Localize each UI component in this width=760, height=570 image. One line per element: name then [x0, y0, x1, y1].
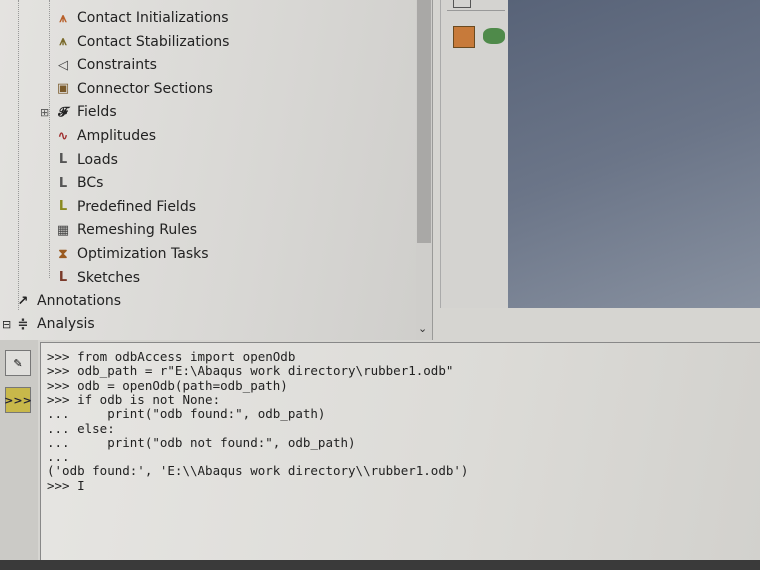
console-line: ... else:: [47, 420, 115, 436]
tree-item-label: Connector Sections: [77, 80, 213, 97]
sketches-icon: L: [58, 270, 68, 286]
chevron-down-icon[interactable]: ⌄: [418, 322, 427, 335]
amplitudes-icon: ∿: [57, 128, 69, 144]
screen-bezel: [0, 560, 760, 570]
pencil-icon: ✎: [13, 356, 23, 370]
console-line: >>> from odbAccess import openOdb: [47, 349, 296, 364]
tree-scrollbar[interactable]: ⌄: [416, 0, 432, 340]
scrollbar-thumb[interactable]: [417, 0, 431, 243]
tree-item-analysis[interactable]: ⊟ ≑ Analysis: [2, 313, 95, 335]
tree-item-optimization-tasks[interactable]: ⧗ Optimization Tasks: [40, 243, 209, 265]
optimization-tasks-icon: ⧗: [58, 246, 68, 262]
console-line: ...: [47, 449, 70, 465]
tree-item-fields[interactable]: ⊞ 𝓕 Fields: [40, 101, 117, 123]
contact-init-icon: ⩚: [59, 10, 67, 26]
tree-item-contact-initializations[interactable]: ⩚ Contact Initializations: [40, 7, 229, 29]
tool-icon[interactable]: [453, 0, 471, 8]
annotations-icon: ↗: [17, 293, 29, 309]
model-tree: ⩚ Contact Initializations ⩚ Contact Stabili…: [0, 0, 433, 340]
tree-item-label: Annotations: [37, 293, 122, 309]
tree-item-label: Contact Initializations: [77, 10, 229, 26]
python-console-button[interactable]: >>>: [4, 387, 32, 413]
tree-item-bcs[interactable]: L BCs: [40, 172, 104, 194]
tree-item-label: BCs: [77, 175, 104, 192]
predefined-fields-icon: L: [58, 199, 68, 215]
tree-item-sketches[interactable]: L Sketches: [40, 267, 140, 289]
tree-item-remeshing-rules[interactable]: ▦ Remeshing Rules: [40, 219, 197, 241]
console-line: ... print("odb not found:", odb_path): [47, 434, 356, 450]
tree-item-amplitudes[interactable]: ∿ Amplitudes: [40, 125, 157, 147]
tree-item-contact-stabilizations[interactable]: ⩚ Contact Stabilizations: [40, 31, 229, 53]
console-line: >>> odb = openOdb(path=odb_path): [47, 377, 288, 393]
connector-sections-icon: ▣: [56, 81, 70, 97]
part-tool-icon[interactable]: [453, 26, 475, 48]
message-area-button[interactable]: ✎: [5, 350, 31, 376]
viewport[interactable]: [508, 0, 760, 308]
fields-icon: 𝓕: [58, 104, 68, 120]
analysis-icon: ≑: [17, 316, 29, 332]
console-line: >>> if odb is not None:: [47, 391, 221, 407]
tree-item-label: Predefined Fields: [77, 198, 197, 215]
tree-item-connector-sections[interactable]: ▣ Connector Sections: [40, 78, 213, 100]
collapse-icon[interactable]: ⊟: [2, 318, 14, 331]
tree-line: [18, 0, 19, 310]
bcs-icon: L: [58, 175, 68, 191]
tree-item-label: Constraints: [77, 57, 157, 74]
tree-item-constraints[interactable]: ◁ Constraints: [40, 54, 157, 76]
tree-item-label: Fields: [77, 104, 117, 121]
console-line: ('odb found:', 'E:\\Abaqus work director…: [47, 463, 469, 479]
tree-item-loads[interactable]: L Loads: [40, 149, 118, 171]
python-console[interactable]: >>> from odbAccess import openOdb >>> odb…: [40, 342, 760, 561]
remeshing-rules-icon: ▦: [56, 222, 70, 238]
tree-item-predefined-fields[interactable]: L Predefined Fields: [40, 196, 196, 218]
assembly-tool-icon[interactable]: [483, 28, 505, 44]
tree-item-label: Amplitudes: [77, 128, 157, 144]
tree-item-label: Optimization Tasks: [77, 246, 209, 262]
console-line: ... print("odb found:", odb_path): [47, 406, 326, 422]
contact-stab-icon: ⩚: [59, 34, 67, 50]
constraints-icon: ◁: [58, 57, 68, 73]
tree-item-label: Analysis: [37, 316, 95, 332]
divider: [447, 10, 505, 11]
expand-icon[interactable]: ⊞: [40, 106, 54, 119]
toolbox: [440, 0, 509, 308]
tree-item-label: Remeshing Rules: [77, 222, 197, 239]
console-line: >>> I: [47, 477, 85, 493]
tree-item-label: Contact Stabilizations: [77, 33, 230, 50]
tree-item-label: Loads: [77, 151, 118, 168]
loads-icon: L: [58, 152, 68, 168]
tree-item-annotations[interactable]: ↗ Annotations: [14, 290, 122, 312]
console-line: >>> odb_path = r"E:\Abaqus work director…: [47, 363, 454, 379]
console-sidebar: ✎ >>>: [0, 340, 38, 570]
tree-item-label: Sketches: [77, 269, 141, 286]
